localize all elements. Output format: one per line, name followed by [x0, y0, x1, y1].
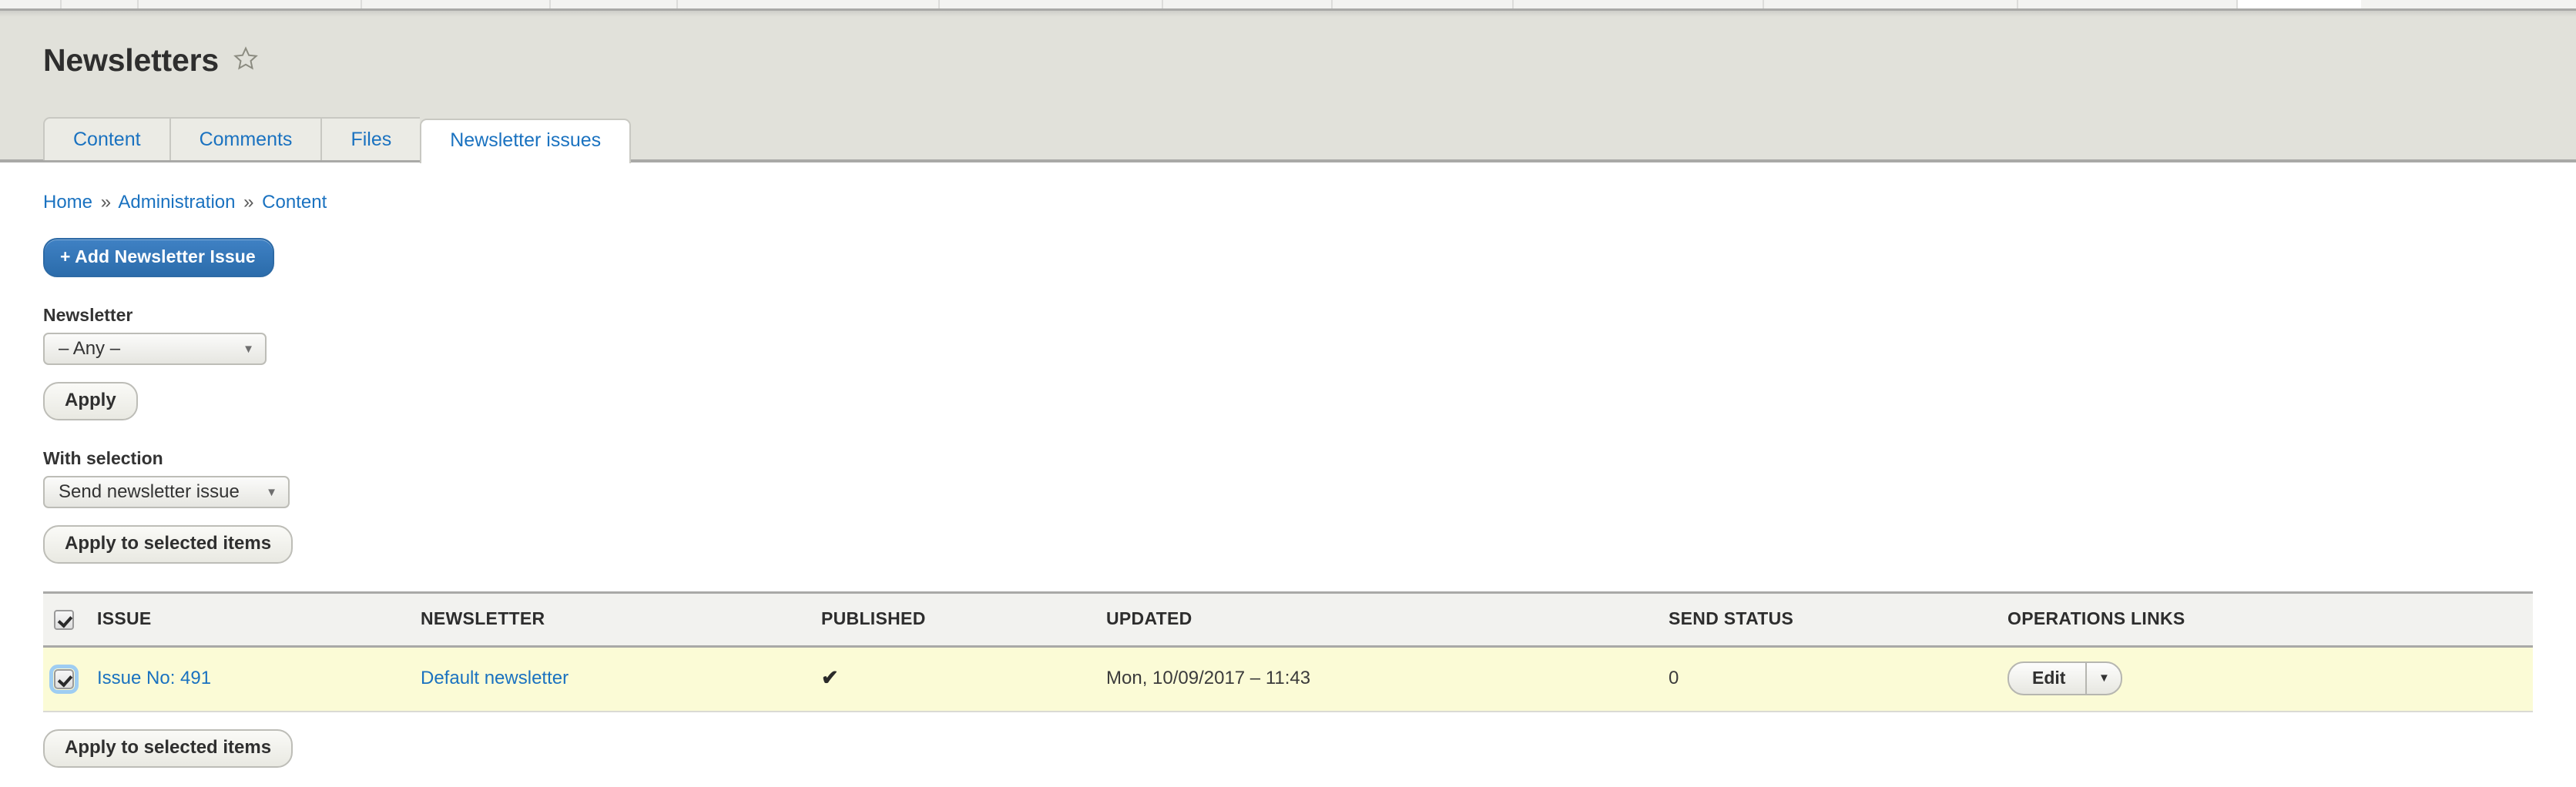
tab-files[interactable]: Files: [320, 117, 421, 160]
apply-filter-button[interactable]: Apply: [43, 382, 138, 420]
main-content: Home » Administration » Content + Add Ne…: [0, 162, 2576, 768]
tab-label: Content: [73, 128, 141, 150]
breadcrumb: Home » Administration » Content: [43, 192, 2576, 213]
tab-content[interactable]: Content: [43, 117, 169, 160]
chrome-tab-segment[interactable]: [62, 0, 139, 8]
chrome-tab-segment[interactable]: [1514, 0, 1764, 8]
bulk-action-select[interactable]: Send newsletter issue ▼: [43, 476, 290, 508]
chrome-tab-segment[interactable]: [139, 0, 362, 8]
issue-link[interactable]: Issue No: 491: [97, 668, 211, 688]
chrome-tab-segment[interactable]: [362, 0, 551, 8]
star-outline-icon[interactable]: [233, 45, 259, 75]
breadcrumb-link-content[interactable]: Content: [262, 192, 327, 213]
breadcrumb-link-administration[interactable]: Administration: [118, 192, 235, 213]
edit-button[interactable]: Edit: [2009, 662, 2088, 694]
tab-newsletter-issues[interactable]: Newsletter issues: [420, 119, 632, 163]
table-body: Issue No: 491 Default newsletter ✔ Mon, …: [43, 646, 2533, 712]
cell-newsletter: Default newsletter: [421, 646, 821, 712]
chrome-tab-segment[interactable]: [1764, 0, 2018, 8]
table-header-row: ISSUE NEWSLETTER PUBLISHED UPDATED SEND …: [43, 591, 2533, 648]
cell-operations: Edit ▼: [2007, 646, 2533, 712]
chrome-tab-segment[interactable]: [1163, 0, 1333, 8]
add-newsletter-issue-button[interactable]: + Add Newsletter Issue: [43, 238, 274, 277]
chrome-tab-segment[interactable]: [0, 0, 62, 8]
newsletter-link[interactable]: Default newsletter: [421, 668, 569, 688]
apply-to-selected-items-button-bottom[interactable]: Apply to selected items: [43, 728, 293, 768]
apply-to-selected-items-button-top[interactable]: Apply to selected items: [43, 525, 293, 564]
primary-tabs: Content Comments Files Newsletter issues: [43, 117, 632, 163]
column-header-operations-links: OPERATIONS LINKS: [2007, 591, 2533, 648]
select-all-header-cell: [43, 591, 97, 648]
chevron-down-icon: ▼: [266, 485, 277, 499]
chevron-down-icon: ▼: [243, 342, 254, 356]
cell-send-status: 0: [1669, 646, 2007, 712]
tab-label: Newsletter issues: [450, 129, 602, 151]
select-all-checkbox[interactable]: [54, 609, 74, 630]
row-select-checkbox[interactable]: [49, 664, 79, 694]
chrome-tab-segment[interactable]: [2361, 0, 2576, 8]
with-selection-label: With selection: [43, 448, 163, 468]
page-title: Newsletters: [43, 42, 219, 78]
browser-chrome-sliver: [0, 0, 2576, 11]
column-header-updated[interactable]: UPDATED: [1106, 591, 1669, 648]
column-header-send-status[interactable]: SEND STATUS: [1669, 591, 2007, 648]
cell-published: ✔: [821, 646, 1106, 712]
newsletter-filter-label: Newsletter: [43, 305, 133, 325]
breadcrumb-separator: »: [100, 192, 112, 213]
breadcrumb-link-home[interactable]: Home: [43, 192, 92, 213]
table-row: Issue No: 491 Default newsletter ✔ Mon, …: [43, 646, 2533, 712]
page-title-row: Newsletters: [43, 45, 259, 76]
bulk-action-value: Send newsletter issue: [59, 481, 240, 502]
chrome-tab-segment[interactable]: [678, 0, 940, 8]
tab-comments[interactable]: Comments: [169, 117, 321, 160]
chrome-tab-segment[interactable]: [2018, 0, 2238, 8]
breadcrumb-separator: »: [243, 192, 254, 213]
cell-updated: Mon, 10/09/2017 – 11:43: [1106, 646, 1669, 712]
row-select-cell: [43, 646, 97, 712]
chrome-tab-segment[interactable]: [1333, 0, 1514, 8]
chevron-down-icon[interactable]: ▼: [2087, 663, 2121, 694]
tab-label: Files: [351, 128, 392, 150]
operations-dropbutton: Edit ▼: [2007, 661, 2123, 695]
tab-label: Comments: [199, 128, 293, 150]
column-header-published[interactable]: PUBLISHED: [821, 591, 1106, 648]
cell-issue: Issue No: 491: [97, 646, 421, 712]
chrome-tab-segment[interactable]: [940, 0, 1163, 8]
column-header-newsletter[interactable]: NEWSLETTER: [421, 591, 821, 648]
chrome-gap: [2238, 0, 2361, 8]
page-header-band: Newsletters Content Comments Files Newsl…: [0, 11, 2576, 163]
newsletter-filter-select[interactable]: – Any – ▼: [43, 333, 267, 365]
column-header-issue[interactable]: ISSUE: [97, 591, 421, 648]
chrome-tab-segment[interactable]: [551, 0, 678, 8]
table-header: ISSUE NEWSLETTER PUBLISHED UPDATED SEND …: [43, 591, 2533, 648]
newsletter-issues-table: ISSUE NEWSLETTER PUBLISHED UPDATED SEND …: [43, 591, 2533, 712]
newsletter-filter-value: – Any –: [59, 338, 121, 359]
published-check-icon: ✔: [821, 666, 839, 690]
